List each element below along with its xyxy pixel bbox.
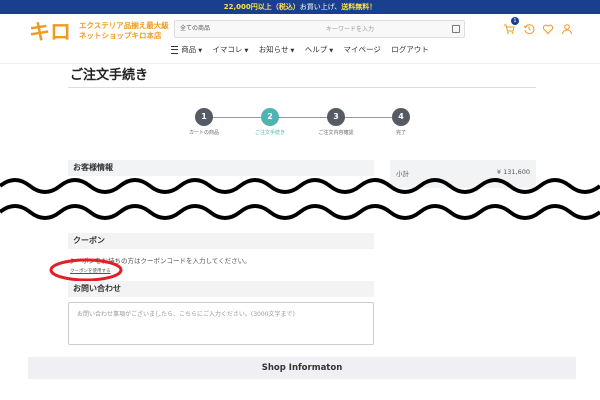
logo-line2: ネットショップキロ本店 — [79, 31, 162, 40]
nav-item-imakore[interactable]: イマコレ ▼ — [212, 42, 248, 59]
promo-highlight: 22,000円以上（税込） — [223, 3, 300, 11]
logo-tagline: エクステリア品揃え最大級 ネットショップキロ本店 — [79, 21, 169, 41]
chevron-down-icon: ▼ — [244, 48, 249, 54]
nav-label: ログアウト — [391, 45, 429, 54]
heart-icon[interactable] — [542, 20, 556, 35]
nav-item-logout[interactable]: ログアウト — [391, 42, 429, 58]
search-bar: 全ての商品 — [174, 20, 465, 38]
coupon-heading: クーポン — [68, 233, 374, 249]
shop-info-bar[interactable]: Shop Informaton — [28, 357, 576, 379]
inquiry-heading: お問い合わせ — [68, 281, 374, 297]
title-divider — [68, 87, 536, 88]
logo-mark-text: キロ — [29, 20, 71, 43]
promo-text: お買い上げ、 — [299, 3, 342, 11]
step-label: 完了 — [395, 130, 406, 136]
step-label: カートの商品 — [188, 130, 219, 136]
nav-label: ヘルプ — [304, 45, 328, 54]
step-number: 1 — [195, 108, 213, 126]
chevron-down-icon: ▼ — [198, 48, 203, 54]
nav-item-help[interactable]: ヘルプ ▼ — [305, 42, 333, 59]
chevron-down-icon: ▼ — [329, 48, 334, 54]
cart-icon[interactable]: 1 — [503, 17, 519, 34]
nav-label: マイページ — [343, 45, 381, 54]
page-title: ご注文手続き — [70, 68, 149, 83]
step-cart: 1 カートの商品 — [174, 108, 234, 136]
search-submit-icon[interactable] — [452, 25, 460, 33]
logo-line1: エクステリア品揃え最大級 — [79, 21, 169, 30]
nav-label: イマコレ — [212, 45, 243, 54]
step-label: ご注文手続き — [254, 130, 285, 136]
main-nav: 商品 ▼ イマコレ ▼ お知らせ ▼ ヘルプ ▼ マイページ ログアウト — [0, 42, 600, 58]
history-icon[interactable] — [523, 20, 537, 35]
heart-icon-glyph — [542, 24, 554, 35]
chevron-down-icon: ▼ — [290, 48, 295, 54]
site-header: キロ エクステリア品揃え最大級 ネットショップキロ本店 全ての商品 1 — [0, 14, 600, 64]
nav-item-news[interactable]: お知らせ ▼ — [259, 42, 295, 59]
annotation-ellipse — [49, 258, 123, 282]
checkout-steps: 1 カートの商品 2 ご注文手続き 3 ご注文内容確認 4 完了 — [180, 108, 420, 138]
promo-free-shipping: 送料無料！ — [341, 3, 377, 11]
step-label: ご注文内容確認 — [318, 130, 354, 136]
nav-item-products[interactable]: 商品 ▼ — [171, 42, 202, 59]
step-number: 3 — [327, 108, 345, 126]
step-checkout: 2 ご注文手続き — [240, 108, 300, 136]
nav-item-mypage[interactable]: マイページ — [344, 42, 381, 58]
header-icons: 1 — [503, 17, 575, 36]
inquiry-textarea[interactable] — [68, 302, 374, 345]
logo-mark: キロ — [27, 19, 73, 43]
user-icon[interactable] — [561, 20, 575, 35]
search-input[interactable] — [255, 21, 445, 37]
nav-label: 商品 — [181, 45, 197, 54]
user-icon-glyph — [562, 24, 572, 35]
cart-count-badge: 1 — [511, 17, 519, 25]
search-category-select[interactable]: 全ての商品 — [180, 21, 210, 37]
step-complete: 4 完了 — [371, 108, 431, 136]
promo-banner: 22,000円以上（税込）お買い上げ、送料無料！ — [0, 0, 600, 14]
history-icon-glyph — [523, 24, 535, 35]
nav-label: お知らせ — [258, 45, 289, 54]
step-number: 2 — [261, 108, 279, 126]
wavy-cut-overlay — [0, 178, 600, 220]
menu-icon — [171, 46, 179, 54]
step-confirm: 3 ご注文内容確認 — [306, 108, 366, 136]
step-number: 4 — [392, 108, 410, 126]
